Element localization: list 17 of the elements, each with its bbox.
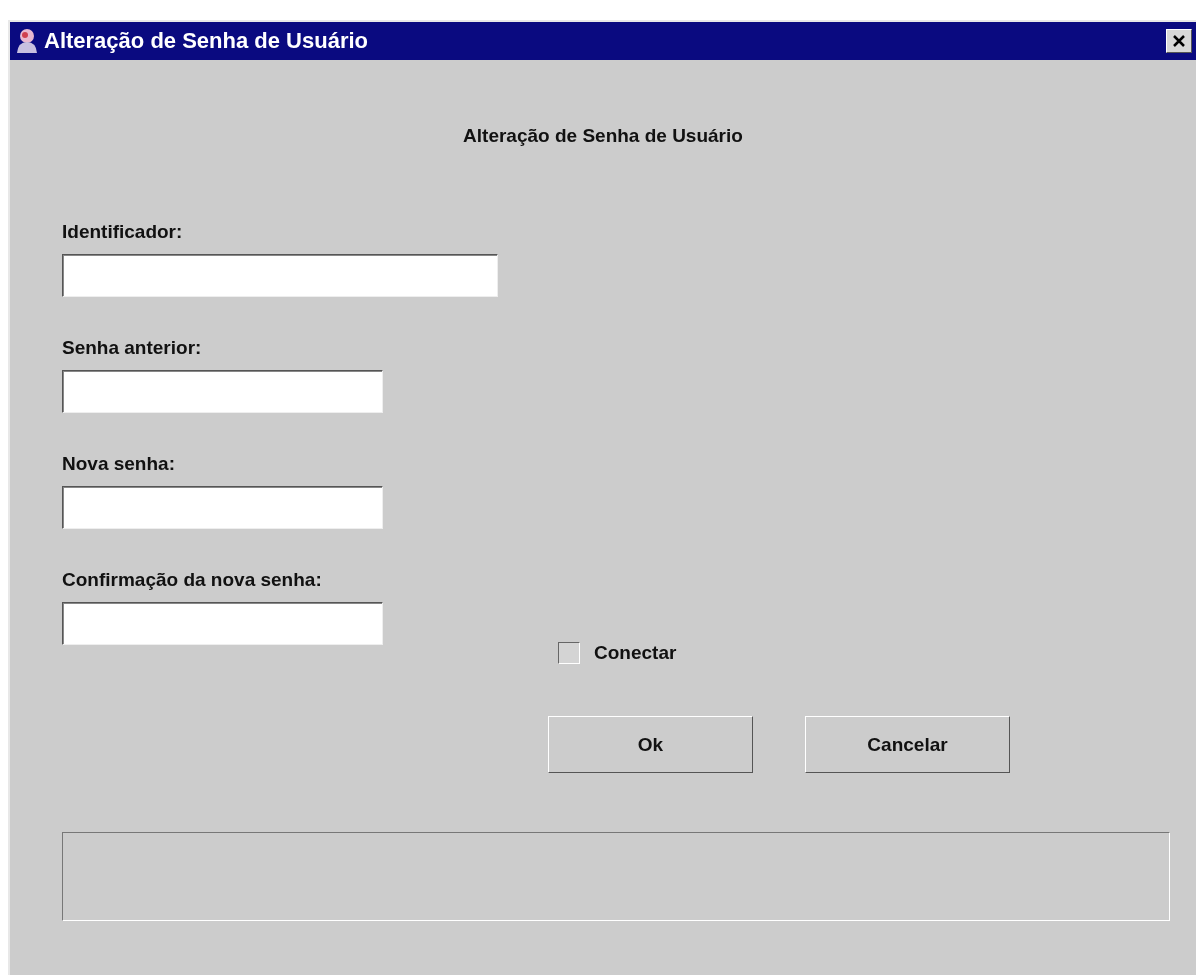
window-title: Alteração de Senha de Usuário — [44, 28, 369, 54]
close-button[interactable] — [1166, 29, 1192, 53]
close-icon — [1171, 33, 1187, 49]
input-field[interactable] — [62, 254, 498, 297]
checkbox[interactable] — [558, 642, 580, 664]
app-icon — [14, 27, 40, 55]
field-label: Confirmação da nova senha: — [62, 569, 322, 591]
field-label: Identificador: — [62, 221, 183, 243]
dialog-button[interactable]: Ok — [548, 716, 753, 773]
field-label: Nova senha: — [62, 453, 175, 475]
input-field[interactable] — [62, 602, 383, 645]
input-field[interactable] — [62, 370, 383, 413]
dialog-button[interactable]: Cancelar — [805, 716, 1010, 773]
field-label: Senha anterior: — [62, 337, 202, 359]
checkbox-label[interactable]: Conectar — [594, 642, 677, 664]
input-field[interactable] — [62, 486, 383, 529]
form-heading: Alteração de Senha de Usuário — [463, 125, 743, 147]
